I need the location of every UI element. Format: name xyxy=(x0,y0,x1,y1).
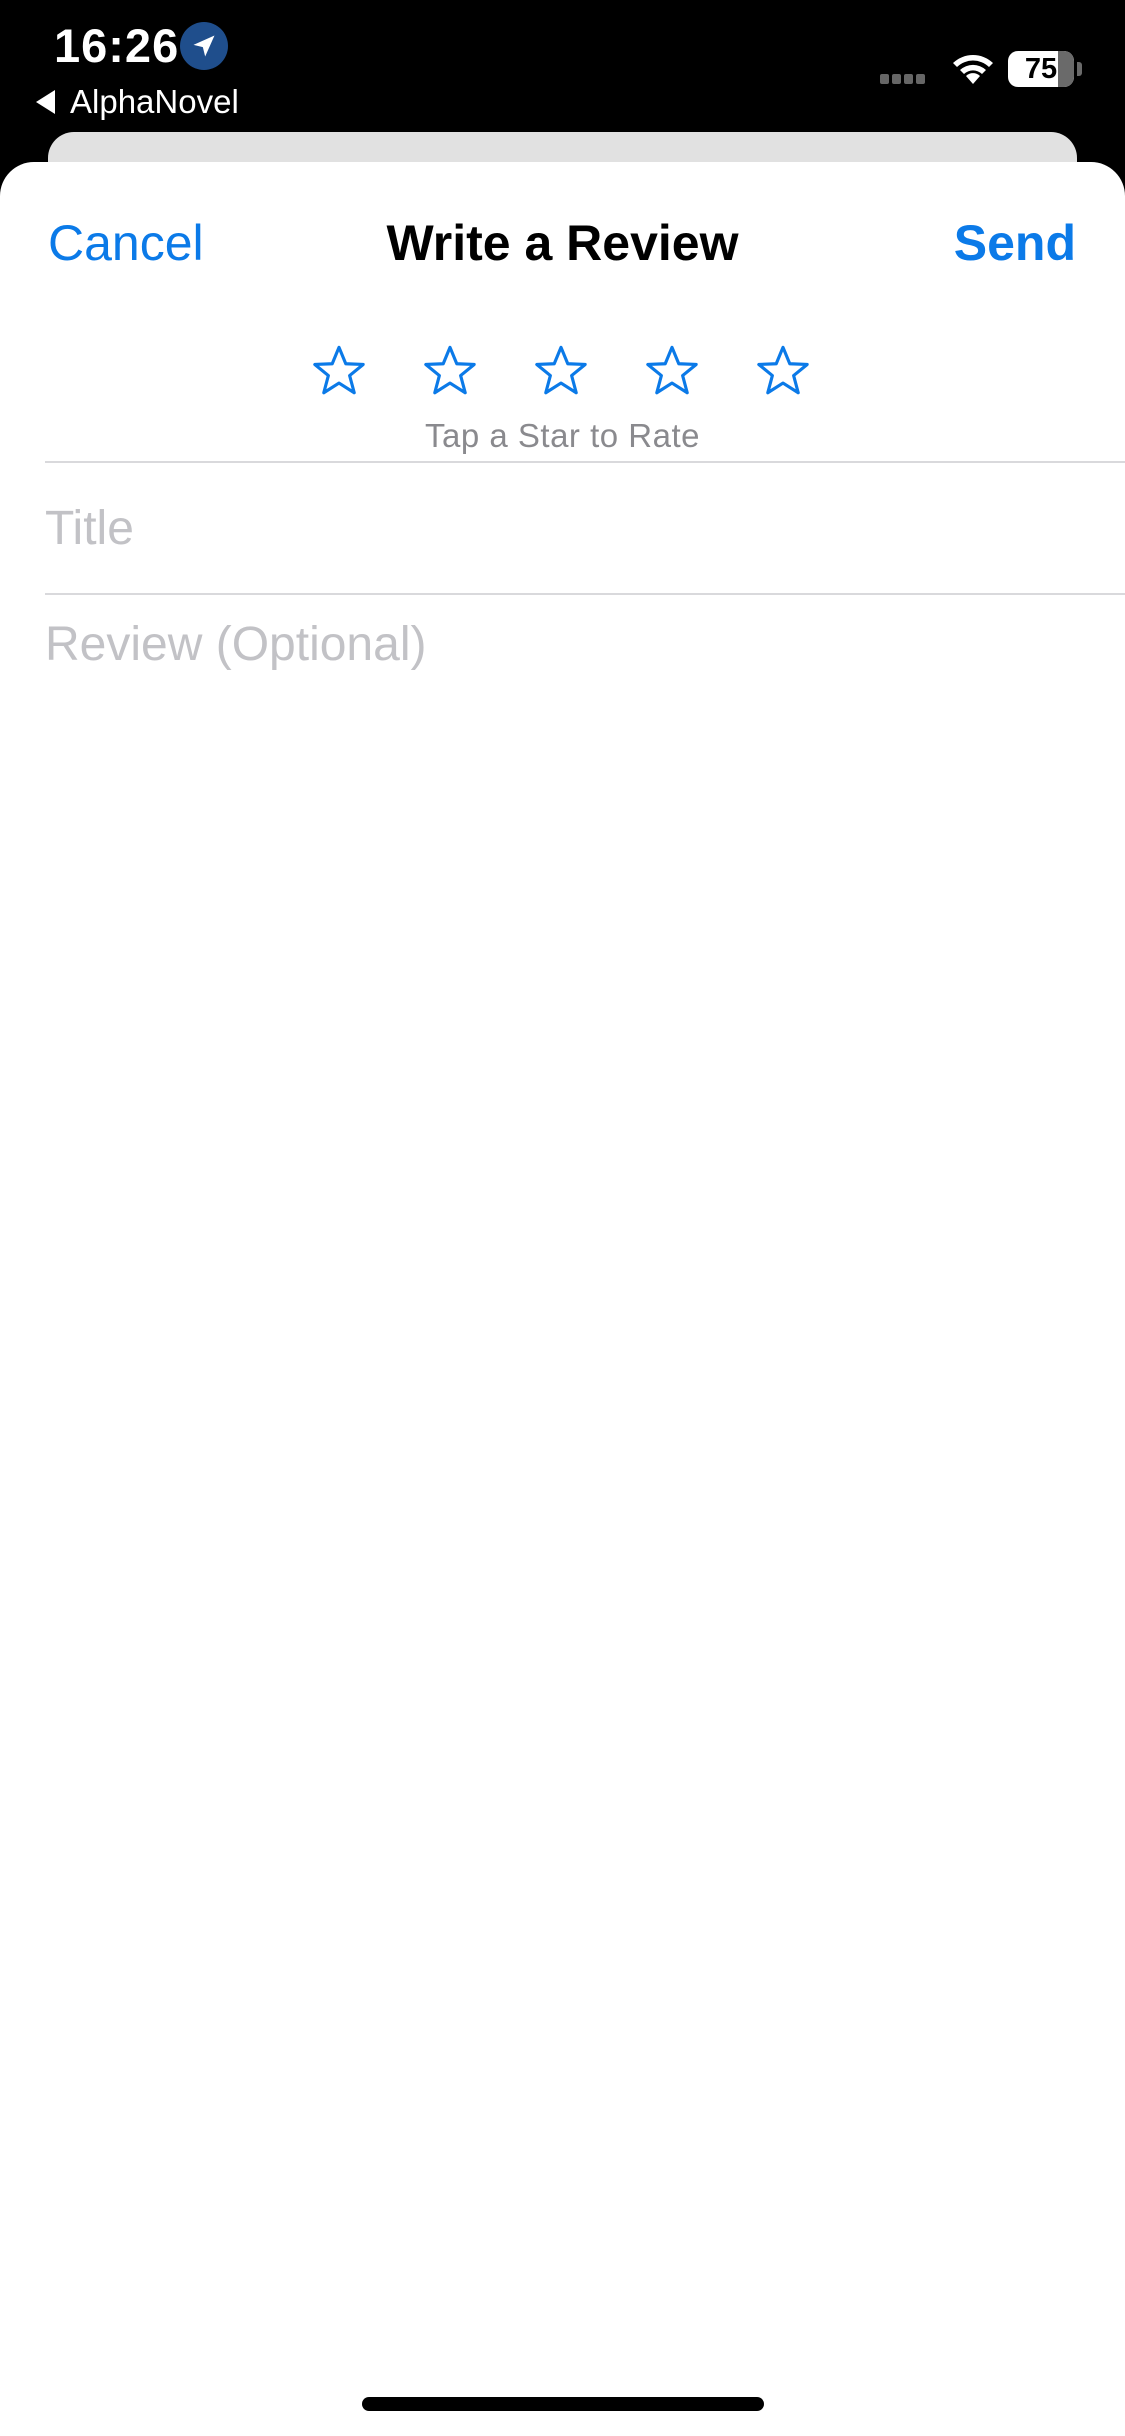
review-sheet: Cancel Write a Review Send Tap a Star to… xyxy=(0,162,1125,2436)
location-arrow-icon xyxy=(180,22,228,70)
screen: 16:26 AlphaNovel 75 Cancel Write a Revie… xyxy=(0,0,1125,2436)
back-to-app-button[interactable]: AlphaNovel xyxy=(36,80,239,124)
signal-icon xyxy=(880,72,934,84)
star-3-icon[interactable] xyxy=(532,342,590,400)
review-body-textarea[interactable] xyxy=(45,617,1085,2017)
star-rating xyxy=(310,342,815,406)
divider xyxy=(45,593,1125,595)
wifi-icon xyxy=(950,50,996,91)
star-1-icon[interactable] xyxy=(310,342,368,400)
star-2-icon[interactable] xyxy=(421,342,479,400)
send-button[interactable]: Send xyxy=(954,214,1076,272)
back-app-label: AlphaNovel xyxy=(70,83,239,120)
star-5-icon[interactable] xyxy=(754,342,812,400)
back-triangle-icon xyxy=(36,90,55,114)
battery-icon: 75 xyxy=(1008,51,1074,87)
status-time: 16:26 xyxy=(54,19,180,72)
battery-level: 75 xyxy=(1024,53,1058,85)
home-indicator[interactable] xyxy=(362,2397,764,2411)
divider xyxy=(45,461,1125,463)
review-title-input[interactable] xyxy=(45,497,1085,559)
rating-hint: Tap a Star to Rate xyxy=(425,417,700,454)
battery-cap xyxy=(1077,62,1082,76)
star-4-icon[interactable] xyxy=(643,342,701,400)
